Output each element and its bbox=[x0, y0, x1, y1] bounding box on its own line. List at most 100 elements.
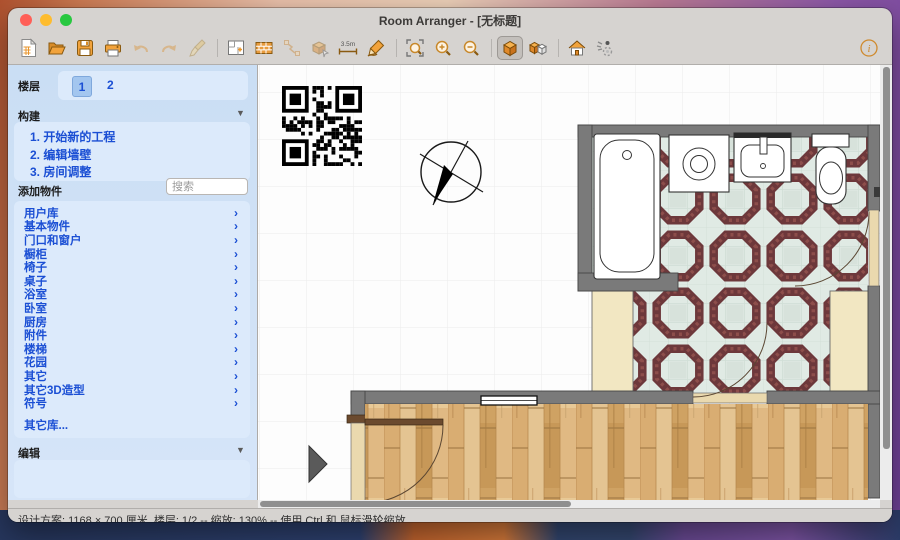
category-item[interactable]: 卧室› bbox=[14, 301, 250, 315]
category-item[interactable]: 附件› bbox=[14, 328, 250, 342]
chevron-right-icon: › bbox=[234, 344, 238, 354]
open-button[interactable] bbox=[44, 36, 70, 60]
insert-object-icon bbox=[310, 38, 330, 58]
wall-button[interactable] bbox=[251, 36, 277, 60]
zoom-out-button[interactable] bbox=[458, 36, 484, 60]
build-step-3[interactable]: 3. 房间调整 bbox=[30, 163, 91, 180]
chevron-right-icon: › bbox=[234, 398, 238, 408]
zoom-in-icon bbox=[433, 38, 453, 58]
edit-collapse-icon[interactable]: ▼ bbox=[236, 445, 245, 455]
print-icon bbox=[103, 38, 123, 58]
build-step-1[interactable]: 1. 开始新的工程 bbox=[30, 128, 115, 145]
toilet[interactable] bbox=[812, 134, 849, 204]
horizontal-scroll-thumb[interactable] bbox=[260, 501, 571, 507]
move-points-button bbox=[279, 36, 305, 60]
title-bar[interactable]: Room Arranger - [无标题] bbox=[8, 8, 892, 32]
save-icon bbox=[75, 38, 95, 58]
vertical-scrollbar[interactable] bbox=[880, 65, 892, 500]
print-button[interactable] bbox=[100, 36, 126, 60]
zoom-in-button[interactable] bbox=[430, 36, 456, 60]
maximize-button[interactable] bbox=[60, 14, 72, 26]
wall-brick-icon bbox=[254, 38, 274, 58]
paint-format-button bbox=[184, 36, 210, 60]
category-item[interactable]: 门口和窗户› bbox=[14, 233, 250, 247]
bathtub[interactable] bbox=[594, 134, 660, 279]
door-hall[interactable] bbox=[693, 393, 767, 403]
sidebar: 楼层 1 2 构建 ▼ 1. 开始新的工程 2. 编辑墙壁 3. 房间调整 添加… bbox=[8, 65, 258, 500]
svg-text:3.5m: 3.5m bbox=[341, 41, 355, 48]
svg-text:i: i bbox=[867, 43, 870, 55]
new-document-icon bbox=[19, 38, 39, 58]
home-icon bbox=[567, 38, 587, 58]
plan-canvas[interactable] bbox=[258, 65, 880, 500]
info-button[interactable]: i bbox=[856, 36, 882, 60]
floor-plan-icon bbox=[226, 38, 246, 58]
draw-wall-button[interactable] bbox=[363, 36, 389, 60]
more-libraries-link[interactable]: 其它库... bbox=[24, 417, 68, 433]
vertical-scroll-thumb[interactable] bbox=[883, 67, 890, 449]
home-button[interactable] bbox=[564, 36, 590, 60]
door-left-panel[interactable] bbox=[365, 419, 443, 425]
save-button[interactable] bbox=[72, 36, 98, 60]
category-item[interactable]: 橱柜› bbox=[14, 247, 250, 261]
status-bar: 设计方案: 1168 × 700 厘米, 楼层: 1/2 -- 缩放: 130%… bbox=[8, 508, 892, 522]
chevron-right-icon: › bbox=[234, 221, 238, 231]
door-right[interactable] bbox=[869, 210, 879, 286]
measure-button[interactable]: 3.5m bbox=[335, 36, 361, 60]
floor-plan-button[interactable] bbox=[223, 36, 249, 60]
toolbar: 3.5m i bbox=[8, 32, 892, 65]
floor-option-2[interactable]: 2 bbox=[107, 78, 114, 92]
view-3d-button[interactable] bbox=[497, 36, 523, 60]
category-item[interactable]: 其它3D造型› bbox=[14, 383, 250, 397]
undo-icon bbox=[131, 38, 151, 58]
chevron-right-icon: › bbox=[234, 330, 238, 340]
new-document-button[interactable] bbox=[16, 36, 42, 60]
chevron-right-icon: › bbox=[234, 262, 238, 272]
chevron-right-icon: › bbox=[234, 208, 238, 218]
horizontal-scrollbar[interactable] bbox=[258, 500, 880, 508]
category-item[interactable]: 浴室› bbox=[14, 288, 250, 302]
category-item[interactable]: 厨房› bbox=[14, 315, 250, 329]
closet-left[interactable] bbox=[592, 291, 633, 393]
chevron-right-icon: › bbox=[234, 249, 238, 259]
door-left-jamb[interactable] bbox=[351, 423, 365, 500]
category-item[interactable]: 桌子› bbox=[14, 274, 250, 288]
closet-right[interactable] bbox=[830, 291, 870, 393]
add-objects-header: 添加物件 bbox=[18, 183, 62, 199]
objects-3d-button[interactable] bbox=[525, 36, 551, 60]
undo-button bbox=[128, 36, 154, 60]
floor-label: 楼层 bbox=[18, 78, 40, 94]
redo-button bbox=[156, 36, 182, 60]
floor-plan[interactable] bbox=[258, 65, 880, 500]
measure-icon: 3.5m bbox=[337, 38, 359, 58]
build-step-2[interactable]: 2. 编辑墙壁 bbox=[30, 146, 91, 163]
edit-header: 编辑 bbox=[18, 445, 40, 461]
minimize-button[interactable] bbox=[40, 14, 52, 26]
washing-machine[interactable] bbox=[669, 135, 729, 192]
insert-object-button bbox=[307, 36, 333, 60]
category-item[interactable]: 楼梯› bbox=[14, 342, 250, 356]
move-points-icon bbox=[282, 38, 302, 58]
category-item[interactable]: 椅子› bbox=[14, 260, 250, 274]
category-item[interactable]: 符号› bbox=[14, 396, 250, 410]
walkthrough-button[interactable] bbox=[592, 36, 618, 60]
floor-option-1[interactable]: 1 bbox=[72, 76, 92, 97]
search-input[interactable] bbox=[166, 178, 248, 195]
chevron-right-icon: › bbox=[234, 235, 238, 245]
category-item[interactable]: 花园› bbox=[14, 356, 250, 370]
close-button[interactable] bbox=[20, 14, 32, 26]
zoom-out-icon bbox=[461, 38, 481, 58]
object-category-list: 用户库›基本物件›门口和窗户›橱柜›椅子›桌子›浴室›卧室›厨房›附件›楼梯›花… bbox=[14, 201, 250, 438]
chevron-right-icon: › bbox=[234, 371, 238, 381]
status-text: 设计方案: 1168 × 700 厘米, 楼层: 1/2 -- 缩放: 130%… bbox=[18, 512, 409, 523]
app-window: Room Arranger - [无标题] 3.5m i 楼层 1 2 bbox=[8, 8, 892, 522]
zoom-fit-button[interactable] bbox=[402, 36, 428, 60]
chevron-right-icon: › bbox=[234, 303, 238, 313]
sink[interactable] bbox=[734, 133, 791, 182]
chevron-right-icon: › bbox=[234, 289, 238, 299]
objects-3d-icon bbox=[528, 38, 548, 58]
build-collapse-icon[interactable]: ▼ bbox=[236, 108, 245, 118]
window-symbol[interactable] bbox=[481, 396, 537, 405]
wood-floor[interactable] bbox=[365, 404, 868, 500]
door-lintel bbox=[347, 415, 367, 423]
